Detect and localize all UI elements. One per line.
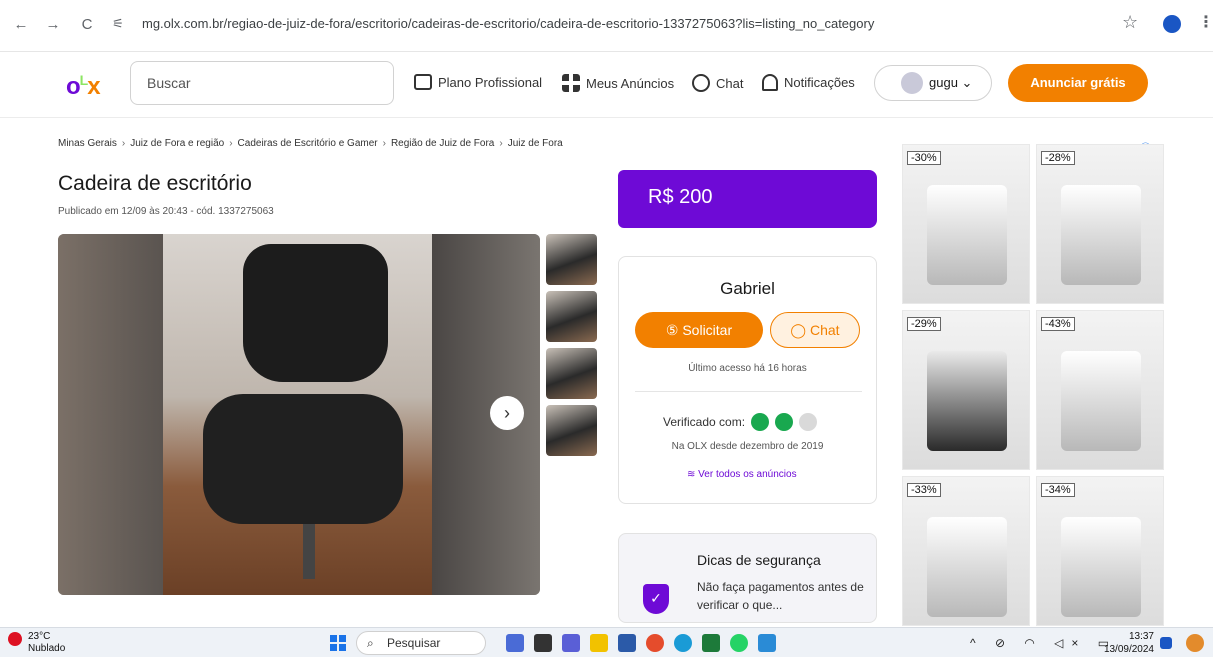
seller-name: Gabriel bbox=[720, 279, 775, 298]
breadcrumb: Minas Gerais › Juiz de Fora e região › Cadei… bbox=[58, 138, 563, 149]
system-tray[interactable]: ^ ⊘ ◠ ◁× ▭ bbox=[970, 636, 1117, 650]
ad-item[interactable]: -29% bbox=[902, 310, 1030, 470]
task-view-icon[interactable] bbox=[534, 634, 552, 652]
member-since: Na OLX desde dezembro de 2019 bbox=[671, 441, 824, 452]
weather-widget[interactable]: 23°C Nublado bbox=[28, 631, 65, 655]
nav-meus-anuncios[interactable]: Meus Anúncios bbox=[562, 74, 674, 92]
nav-label: Chat bbox=[716, 75, 744, 91]
solicitar-button[interactable]: ⑤ Solicitar bbox=[635, 312, 763, 348]
address-bar[interactable]: mg.olx.com.br/regiao-de-juiz-de-fora/esc… bbox=[142, 16, 874, 31]
store-app-icon[interactable] bbox=[618, 634, 636, 652]
ad-panel: -30% -28% -29% -43% -33% -34% bbox=[900, 138, 1170, 628]
verified-row: Verificado com: bbox=[663, 413, 818, 431]
windows-start-icon[interactable] bbox=[330, 635, 346, 651]
safety-tips-card: Dicas de segurança ✓ Não faça pagamentos… bbox=[618, 533, 877, 623]
price-card: R$ 200 bbox=[618, 170, 877, 228]
taskbar-search[interactable]: ⌕ Pesquisar bbox=[356, 631, 486, 655]
tips-text: Não faça pagamentos antes de verificar o… bbox=[697, 580, 864, 612]
site-settings-icon[interactable]: ⚟ bbox=[108, 14, 128, 34]
teams-app-icon[interactable] bbox=[562, 634, 580, 652]
edge-app-icon[interactable] bbox=[674, 634, 692, 652]
nav-label: Meus Anúncios bbox=[586, 75, 675, 91]
browser-menu-icon[interactable]: ⋮ bbox=[1198, 12, 1213, 32]
search-icon: ⌕ bbox=[367, 636, 374, 650]
bookmark-star-icon[interactable]: ☆ bbox=[1122, 12, 1138, 33]
photo-thumbnail[interactable] bbox=[546, 348, 597, 399]
olx-logo[interactable]: oLx bbox=[66, 72, 101, 101]
forward-icon[interactable]: → bbox=[42, 14, 64, 36]
user-name: gugu ⌄ bbox=[929, 75, 973, 90]
next-photo-button[interactable]: › bbox=[490, 396, 524, 430]
search-input[interactable]: Buscar bbox=[130, 61, 394, 105]
chat-bubble-icon bbox=[692, 74, 710, 92]
browser-toolbar: ← → C ⚟ mg.olx.com.br/regiao-de-juiz-de-… bbox=[0, 0, 1213, 52]
divider bbox=[635, 391, 862, 392]
ad-item[interactable]: -43% bbox=[1036, 310, 1164, 470]
chrome-app-icon[interactable] bbox=[646, 634, 664, 652]
bell-icon bbox=[762, 74, 778, 91]
email-verified-icon bbox=[775, 413, 794, 431]
excel-app-icon[interactable] bbox=[702, 634, 720, 652]
nav-notificacoes[interactable]: Notificações bbox=[762, 74, 855, 91]
phone-verified-icon bbox=[751, 413, 770, 431]
breadcrumb-item[interactable]: Juiz de Fora e região bbox=[130, 138, 224, 149]
price: R$ 200 bbox=[648, 186, 713, 208]
tips-title: Dicas de segurança bbox=[697, 552, 821, 568]
seller-card: Gabriel ⑤ Solicitar ◯ Chat Último acesso… bbox=[618, 256, 877, 504]
avatar bbox=[901, 72, 923, 94]
page-title: Cadeira de escritório bbox=[58, 172, 252, 195]
facebook-verified-icon bbox=[799, 413, 818, 431]
whatsapp-app-icon[interactable] bbox=[730, 634, 748, 652]
ad-item[interactable]: -28% bbox=[1036, 144, 1164, 304]
published-info: Publicado em 12/09 às 20:43 - cód. 13372… bbox=[58, 206, 274, 217]
copilot-icon[interactable] bbox=[1186, 634, 1204, 652]
user-menu-button[interactable]: gugu ⌄ bbox=[874, 65, 992, 101]
briefcase-icon bbox=[414, 74, 432, 90]
windows-taskbar: 23°C Nublado ⌕ Pesquisar ^ ⊘ ◠ ◁× ▭ 13:3… bbox=[0, 627, 1213, 657]
chair-photo bbox=[163, 234, 432, 595]
breadcrumb-item[interactable]: Região de Juiz de Fora bbox=[391, 138, 494, 149]
shield-check-icon: ✓ bbox=[643, 584, 669, 614]
nav-chat[interactable]: Chat bbox=[692, 74, 743, 92]
anunciar-gratis-button[interactable]: Anunciar grátis bbox=[1008, 64, 1148, 102]
photos-app-icon[interactable] bbox=[758, 634, 776, 652]
breadcrumb-item[interactable]: Juiz de Fora bbox=[508, 138, 563, 149]
ad-item[interactable]: -34% bbox=[1036, 476, 1164, 626]
photo-thumbnail[interactable] bbox=[546, 234, 597, 285]
back-icon[interactable]: ← bbox=[10, 14, 32, 36]
all-ads-link[interactable]: ≋ Ver todos os anúncios bbox=[687, 469, 797, 480]
nav-plano-profissional[interactable]: Plano Profissional bbox=[414, 74, 542, 90]
widgets-app-icon[interactable] bbox=[506, 634, 524, 652]
chat-button[interactable]: ◯ Chat bbox=[770, 312, 860, 348]
breadcrumb-item[interactable]: Minas Gerais bbox=[58, 138, 117, 149]
profile-icon[interactable] bbox=[1163, 15, 1181, 33]
nav-label: Plano Profissional bbox=[438, 74, 543, 90]
site-header: oLx Buscar Plano Profissional Meus Anúnc… bbox=[0, 52, 1213, 118]
weather-alert-icon bbox=[8, 632, 22, 646]
main-photo[interactable] bbox=[58, 234, 540, 595]
breadcrumb-item[interactable]: Cadeiras de Escritório e Gamer bbox=[238, 138, 378, 149]
file-explorer-icon[interactable] bbox=[590, 634, 608, 652]
photo-thumbnail[interactable] bbox=[546, 405, 597, 456]
photo-thumbnail[interactable] bbox=[546, 291, 597, 342]
reload-icon[interactable]: C bbox=[76, 14, 98, 36]
grid-icon bbox=[562, 74, 580, 92]
notification-bell-icon[interactable] bbox=[1160, 637, 1172, 649]
ad-item[interactable]: -33% bbox=[902, 476, 1030, 626]
last-access: Último acesso há 16 horas bbox=[688, 363, 807, 374]
ad-item[interactable]: -30% bbox=[902, 144, 1030, 304]
nav-label: Notificações bbox=[784, 75, 855, 90]
clock[interactable]: 13:37 13/09/2024 bbox=[1098, 630, 1154, 656]
